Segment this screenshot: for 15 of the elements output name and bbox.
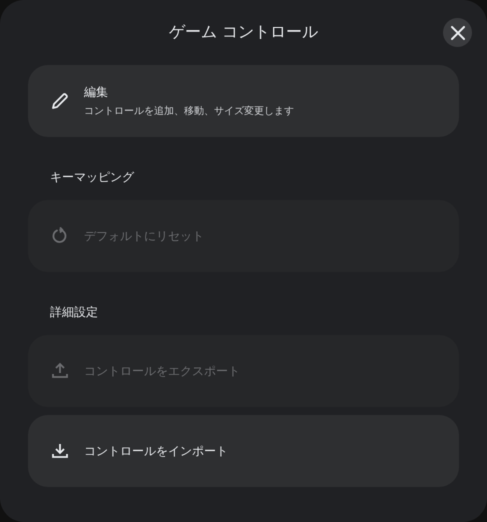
item-subtitle: コントロールを追加、移動、サイズ変更します (84, 104, 294, 118)
download-icon (50, 441, 70, 461)
item-label: コントロールをインポート (84, 442, 228, 460)
item-label: コントロールをエクスポート (84, 362, 240, 380)
pencil-icon (50, 91, 70, 111)
upload-icon (50, 361, 70, 381)
menu-item[interactable]: 編集 コントロールを追加、移動、サイズ変更します (28, 65, 459, 137)
menu-item[interactable]: コントロールをインポート (28, 415, 459, 487)
item-label: 編集 (84, 84, 109, 101)
dialog-title: ゲーム コントロール (168, 22, 318, 43)
section-heading: 詳細設定 (49, 304, 99, 321)
item-label: デフォルトにリセット (84, 228, 204, 244)
close-button[interactable] (443, 18, 472, 47)
section-heading: キーマッピング (49, 169, 136, 186)
close-icon (450, 26, 464, 40)
